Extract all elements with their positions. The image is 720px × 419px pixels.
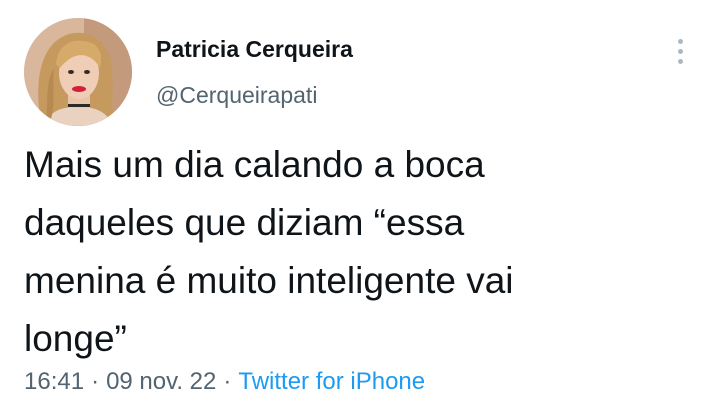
tweet-source-link[interactable]: Twitter for iPhone [238, 368, 425, 395]
author-display-name[interactable]: Patricia Cerqueira [156, 36, 353, 63]
tweet-metadata: 16:41 · 09 nov. 22 · Twitter for iPhone [24, 368, 425, 396]
tweet-time[interactable]: 16:41 [24, 368, 84, 395]
more-vertical-icon [677, 38, 683, 44]
tweet-card: Patricia Cerqueira @Cerqueirapati Mais u… [0, 0, 720, 419]
more-options-button[interactable] [662, 30, 698, 72]
author-handle[interactable]: @Cerqueirapati [156, 82, 317, 109]
tweet-date[interactable]: 09 nov. 22 [106, 368, 216, 395]
separator: · [91, 368, 100, 395]
avatar[interactable] [24, 18, 132, 126]
more-vertical-icon-dot [677, 48, 683, 54]
separator: · [223, 368, 232, 395]
profile-photo [24, 18, 132, 126]
tweet-text: Mais um dia calando a boca daqueles que … [24, 144, 514, 359]
more-vertical-icon-dot [677, 58, 683, 64]
